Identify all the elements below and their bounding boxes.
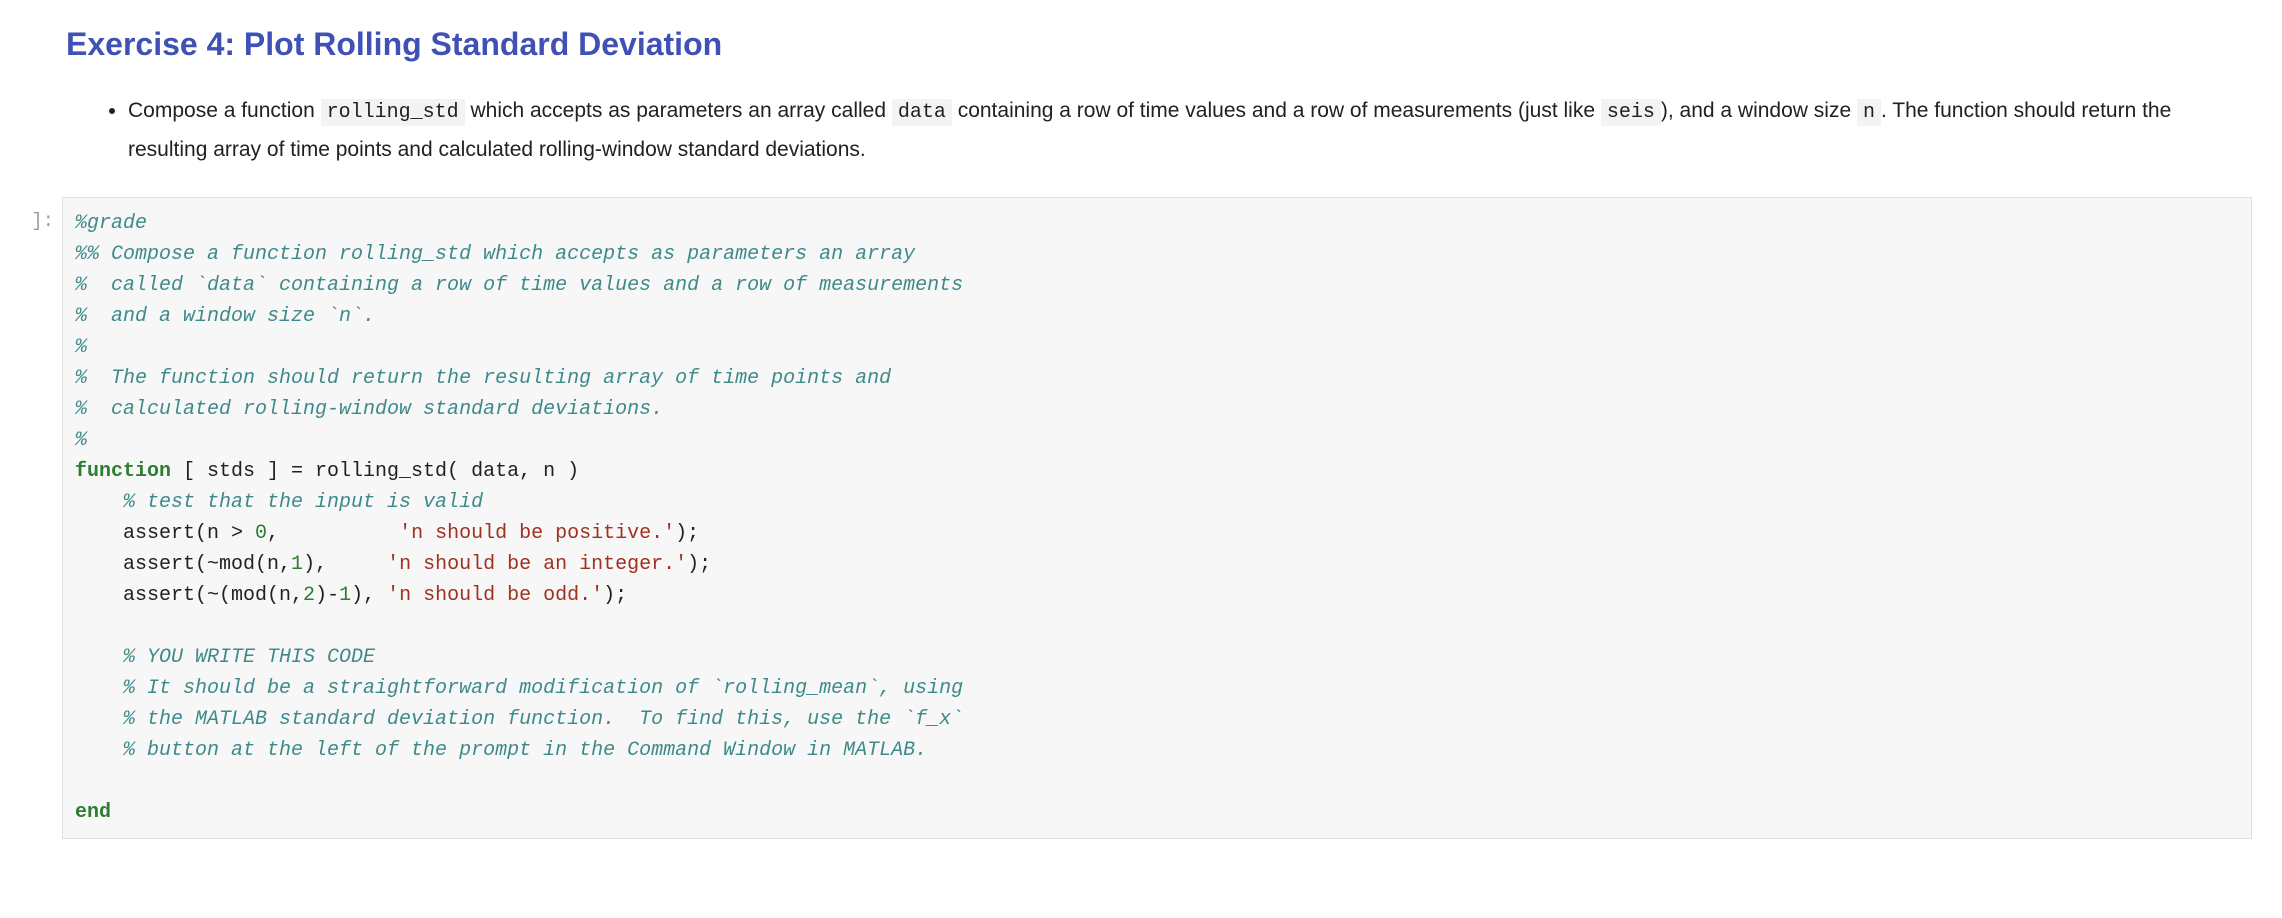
code-text: ), — [351, 584, 387, 607]
code-text: , — [267, 522, 399, 545]
code-comment: % the MATLAB standard deviation function… — [75, 708, 963, 731]
code-comment: % calculated rolling-window standard dev… — [75, 398, 663, 421]
code-comment: % The function should return the resulti… — [75, 367, 891, 390]
code-number: 1 — [291, 553, 303, 576]
code-keyword-end: end — [75, 801, 111, 824]
code-text: assert(~mod(n, — [75, 553, 291, 576]
code-cell-wrapper: ]: %grade %% Compose a function rolling_… — [30, 197, 2252, 839]
code-text: ), — [303, 553, 387, 576]
code-text — [75, 615, 123, 638]
desc-text: ), and a window size — [1661, 99, 1857, 122]
exercise-heading: Exercise 4: Plot Rolling Standard Deviat… — [66, 20, 2252, 68]
code-comment: %% Compose a function rolling_std which … — [75, 243, 915, 266]
code-text: ); — [603, 584, 627, 607]
code-comment: % called `data` containing a row of time… — [75, 274, 963, 297]
code-comment: % test that the input is valid — [75, 491, 483, 514]
code-string: 'n should be an integer.' — [387, 553, 687, 576]
code-text: ); — [687, 553, 711, 576]
code-string: 'n should be positive.' — [399, 522, 675, 545]
code-keyword-function: function — [75, 460, 171, 483]
desc-text: which accepts as parameters an array cal… — [465, 99, 892, 122]
code-text: assert(~(mod(n, — [75, 584, 303, 607]
exercise-description: Compose a function rolling_std which acc… — [100, 92, 2252, 169]
code-number: 2 — [303, 584, 315, 607]
code-comment: % YOU WRITE THIS CODE — [75, 646, 375, 669]
code-comment: %grade — [75, 212, 147, 235]
code-text — [75, 770, 123, 793]
cell-prompt: ]: — [30, 197, 62, 236]
inline-code-data: data — [892, 99, 952, 126]
code-text: [ stds ] = rolling_std( data, n ) — [171, 460, 579, 483]
desc-text: Compose a function — [128, 99, 321, 122]
code-text: assert(n > — [75, 522, 255, 545]
code-comment: % — [75, 429, 87, 452]
code-comment: % It should be a straightforward modific… — [75, 677, 963, 700]
code-text: ); — [675, 522, 699, 545]
code-comment: % and a window size `n`. — [75, 305, 375, 328]
inline-code-n: n — [1857, 99, 1881, 126]
code-text: )- — [315, 584, 339, 607]
code-string: 'n should be odd.' — [387, 584, 603, 607]
code-number: 0 — [255, 522, 267, 545]
inline-code-rolling-std: rolling_std — [321, 99, 465, 126]
code-comment: % — [75, 336, 87, 359]
code-comment: % button at the left of the prompt in th… — [75, 739, 927, 762]
description-item: Compose a function rolling_std which acc… — [128, 92, 2252, 169]
code-cell[interactable]: %grade %% Compose a function rolling_std… — [62, 197, 2252, 839]
code-number: 1 — [339, 584, 351, 607]
inline-code-seis: seis — [1601, 99, 1661, 126]
desc-text: containing a row of time values and a ro… — [952, 99, 1601, 122]
